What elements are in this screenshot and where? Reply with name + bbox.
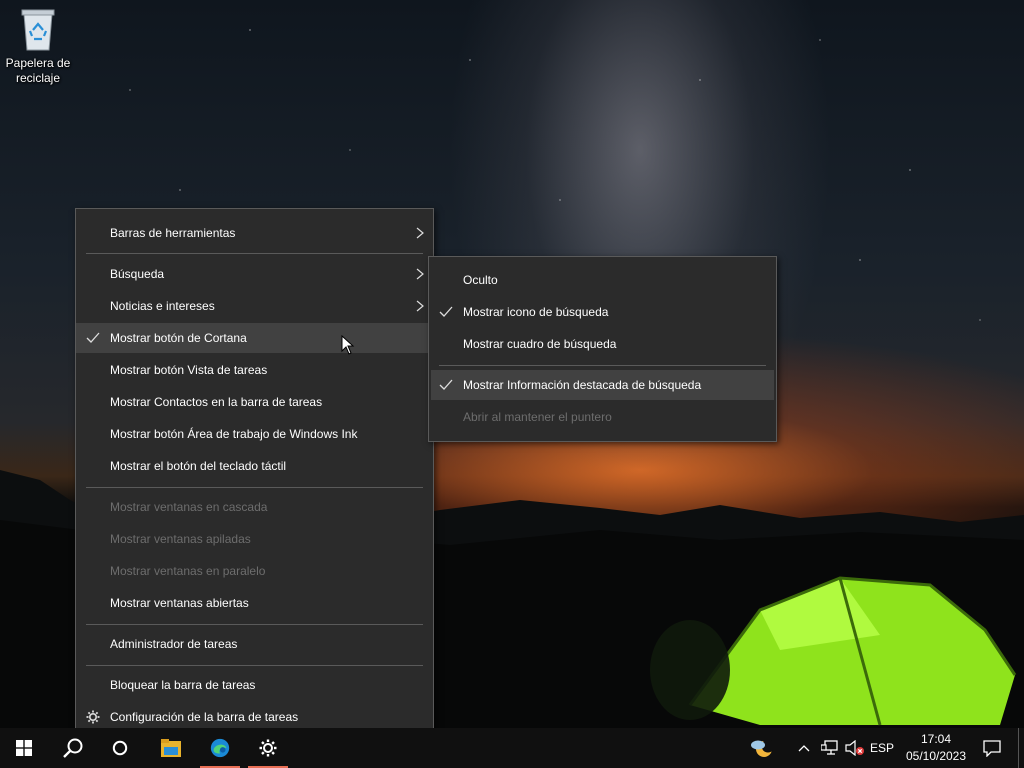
submenu-item-show-search-box[interactable]: Mostrar cuadro de búsqueda	[429, 329, 776, 359]
menu-item-show-task-view-button[interactable]: Mostrar botón Vista de tareas	[76, 355, 433, 385]
taskbar-context-menu: Barras de herramientas Búsqueda Noticias…	[75, 208, 434, 742]
clock-date: 05/10/2023	[905, 749, 967, 763]
chevron-right-icon	[416, 300, 424, 312]
chevron-right-icon	[416, 268, 424, 280]
menu-item-toolbars[interactable]: Barras de herramientas	[76, 218, 433, 248]
menu-separator	[86, 253, 423, 254]
cortana-icon	[112, 740, 128, 756]
menu-item-label: Abrir al mantener el puntero	[463, 410, 612, 424]
menu-item-label: Bloquear la barra de tareas	[110, 678, 256, 692]
menu-item-label: Búsqueda	[110, 267, 165, 281]
notifications-icon	[983, 740, 1001, 757]
chevron-right-icon	[416, 227, 424, 239]
menu-item-label: Mostrar el botón del teclado táctil	[110, 459, 287, 473]
show-desktop-button[interactable]	[1018, 728, 1024, 768]
network-button[interactable]	[818, 728, 840, 768]
cortana-button[interactable]	[96, 728, 144, 768]
checkmark-icon	[439, 306, 453, 317]
volume-muted-icon	[845, 740, 864, 756]
taskbar: ESP 17:04 05/10/2023	[0, 728, 1024, 768]
file-explorer-button[interactable]	[148, 728, 192, 768]
action-center-button[interactable]	[978, 728, 1006, 768]
volume-button[interactable]	[842, 728, 866, 768]
menu-item-label: Mostrar Contactos en la barra de tareas	[110, 395, 323, 409]
menu-item-label: Mostrar ventanas apiladas	[110, 532, 251, 546]
menu-item-label: Mostrar ventanas en cascada	[110, 500, 268, 514]
input-language-indicator[interactable]: ESP	[866, 741, 898, 755]
submenu-item-hidden[interactable]: Oculto	[429, 265, 776, 295]
settings-button[interactable]	[248, 728, 288, 768]
checkmark-icon	[86, 332, 100, 343]
menu-item-label: Mostrar Información destacada de búsqued…	[463, 378, 702, 392]
weather-moon-cloud-icon	[751, 739, 773, 757]
menu-item-label: Mostrar botón Área de trabajo de Windows…	[110, 427, 358, 441]
menu-item-task-manager[interactable]: Administrador de tareas	[76, 629, 433, 659]
checkmark-icon	[439, 379, 453, 390]
search-submenu: Oculto Mostrar icono de búsqueda Mostrar…	[428, 256, 777, 442]
clock-time: 17:04	[920, 732, 952, 746]
show-hidden-icons-button[interactable]	[794, 728, 814, 768]
clock[interactable]: 17:04 05/10/2023	[900, 728, 972, 768]
mouse-cursor-icon	[341, 335, 355, 355]
menu-item-label: Mostrar botón de Cortana	[110, 331, 247, 345]
menu-item-label: Mostrar ventanas en paralelo	[110, 564, 266, 578]
menu-item-side-by-side-windows: Mostrar ventanas en paralelo	[76, 556, 433, 586]
menu-item-show-contacts[interactable]: Mostrar Contactos en la barra de tareas	[76, 387, 433, 417]
recycle-bin-shortcut[interactable]: Papelera de reciclaje	[4, 6, 72, 86]
start-icon	[16, 740, 32, 756]
menu-item-show-desktop[interactable]: Mostrar ventanas abiertas	[76, 588, 433, 618]
menu-item-cascade-windows: Mostrar ventanas en cascada	[76, 492, 433, 522]
menu-item-label: Mostrar cuadro de búsqueda	[463, 337, 617, 351]
menu-separator	[86, 665, 423, 666]
menu-item-label: Mostrar ventanas abiertas	[110, 596, 249, 610]
menu-item-stack-windows: Mostrar ventanas apiladas	[76, 524, 433, 554]
menu-separator	[86, 624, 423, 625]
network-ethernet-icon	[821, 740, 838, 755]
search-button[interactable]	[48, 728, 96, 768]
search-icon	[63, 738, 83, 758]
menu-item-label: Barras de herramientas	[110, 226, 236, 240]
menu-separator	[439, 365, 766, 366]
settings-icon	[259, 739, 277, 757]
menu-item-show-windows-ink-button[interactable]: Mostrar botón Área de trabajo de Windows…	[76, 419, 433, 449]
menu-separator	[86, 487, 423, 488]
recycle-bin-label: Papelera de reciclaje	[5, 56, 71, 85]
menu-item-news-interests[interactable]: Noticias e intereses	[76, 291, 433, 321]
menu-item-label: Administrador de tareas	[110, 637, 238, 651]
menu-item-show-cortana-button[interactable]: Mostrar botón de Cortana	[76, 323, 433, 353]
menu-item-show-touch-keyboard-button[interactable]: Mostrar el botón del teclado táctil	[76, 451, 433, 481]
submenu-item-search-highlights[interactable]: Mostrar Información destacada de búsqued…	[431, 370, 774, 400]
menu-item-search[interactable]: Búsqueda	[76, 259, 433, 289]
menu-item-label: Oculto	[463, 273, 498, 287]
edge-button[interactable]	[200, 728, 240, 768]
menu-item-label: Mostrar icono de búsqueda	[463, 305, 609, 319]
recycle-bin-icon	[21, 9, 55, 51]
menu-item-label: Mostrar botón Vista de tareas	[110, 363, 268, 377]
chevron-up-icon	[798, 745, 810, 752]
menu-item-label: Noticias e intereses	[110, 299, 215, 313]
submenu-item-open-on-hover: Abrir al mantener el puntero	[429, 402, 776, 432]
edge-icon	[210, 738, 230, 758]
weather-widget[interactable]	[744, 728, 778, 768]
menu-item-lock-taskbar[interactable]: Bloquear la barra de tareas	[76, 670, 433, 700]
file-explorer-icon	[161, 739, 181, 757]
start-button[interactable]	[0, 728, 48, 768]
submenu-item-show-search-icon[interactable]: Mostrar icono de búsqueda	[429, 297, 776, 327]
